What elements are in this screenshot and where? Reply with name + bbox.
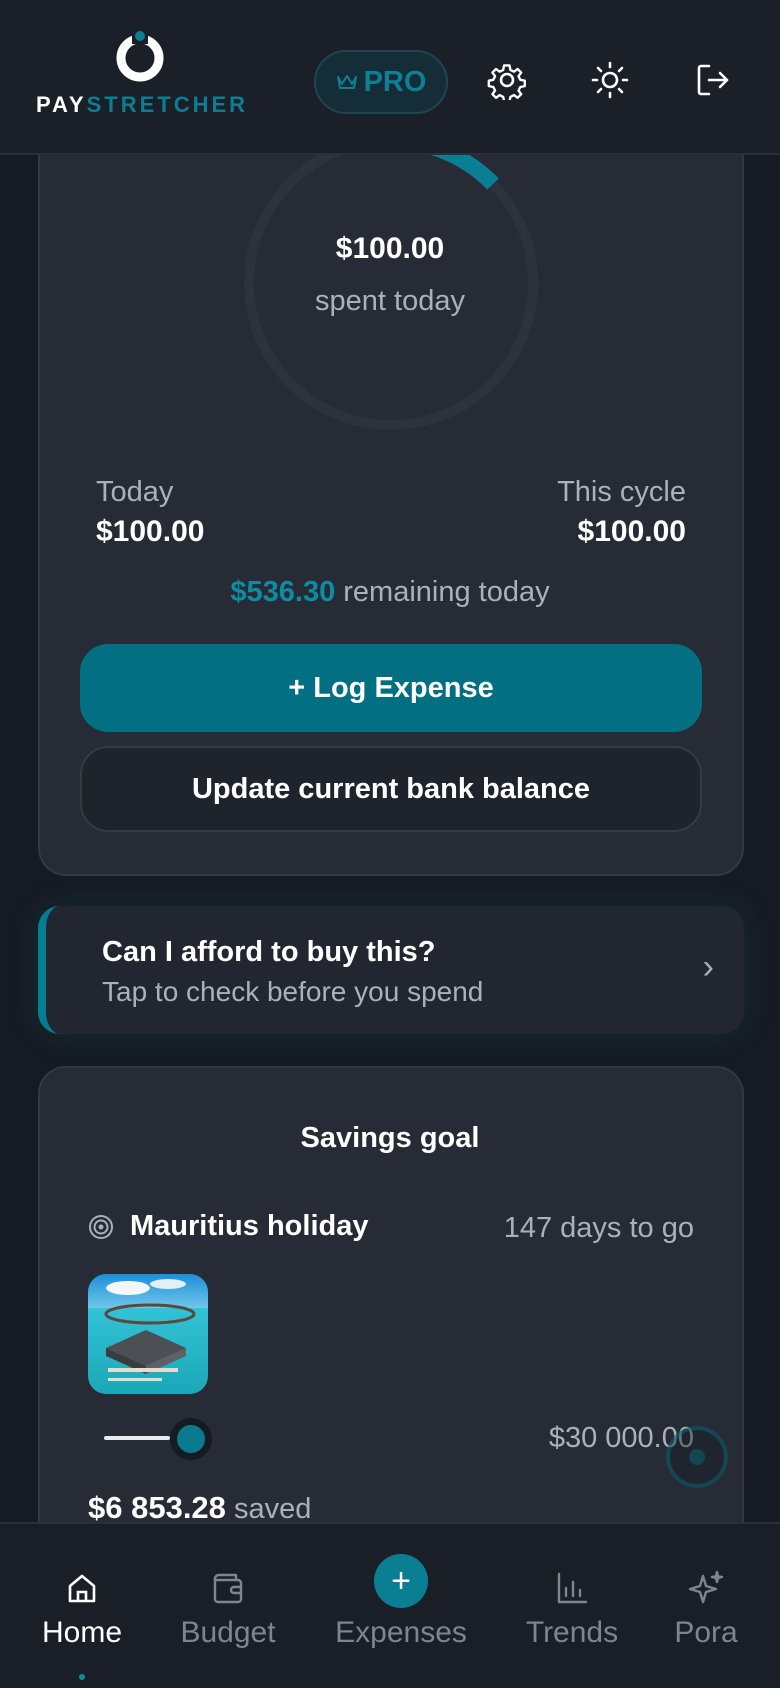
goal-days-to-go: 147 days to go <box>503 1212 694 1244</box>
spent-today-amount: $100.00 <box>335 232 445 265</box>
spending-progress-ring <box>244 132 538 430</box>
settings-gear-icon[interactable] <box>487 60 527 100</box>
plus-icon: + <box>374 1554 428 1608</box>
afford-title: Can I afford to buy this? <box>102 936 436 968</box>
sparkle-icon <box>688 1570 724 1604</box>
remaining-amount: $536.30 <box>230 576 336 608</box>
nav-home-label: Home <box>41 1616 123 1649</box>
paystretcher-logo: PAYSTRETCHER <box>36 30 251 120</box>
afford-subtitle: Tap to check before you spend <box>102 976 484 1007</box>
goal-image <box>88 1274 208 1394</box>
this-cycle-value: $100.00 <box>577 515 686 548</box>
wallet-icon <box>213 1573 243 1604</box>
bar-chart-icon <box>557 1572 588 1604</box>
nav-pora-label: Pora <box>674 1616 738 1649</box>
remaining-label: remaining today <box>343 576 550 608</box>
pro-upgrade-button[interactable]: PRO <box>314 50 448 114</box>
afford-check-card[interactable]: Can I afford to buy this? Tap to check b… <box>38 906 744 1034</box>
goal-progress-thumb[interactable] <box>170 1418 212 1460</box>
app-screen: $100.00 spent today Today $100.00 This c… <box>0 0 780 1688</box>
log-expense-button[interactable]: + Log Expense <box>80 644 702 732</box>
floating-assistant-button[interactable] <box>666 1426 728 1488</box>
bottom-navigation: Home Budget + Expenses Trends Pora <box>0 1522 780 1688</box>
goal-progress-track <box>104 1436 170 1440</box>
crown-icon <box>336 75 357 89</box>
home-icon <box>68 1574 96 1603</box>
today-value: $100.00 <box>96 515 205 548</box>
remaining-today: $536.30 remaining today <box>0 576 780 609</box>
goal-saved: $6 853.28 saved <box>88 1490 311 1526</box>
nav-pora[interactable]: Pora <box>654 1524 758 1688</box>
nav-budget[interactable]: Budget <box>160 1524 296 1688</box>
spent-today-label: spent today <box>315 285 465 317</box>
logo-mark-icon <box>116 30 164 82</box>
today-label: Today <box>96 476 174 508</box>
nav-home[interactable]: Home <box>22 1524 142 1688</box>
sun-theme-icon[interactable] <box>590 60 630 100</box>
nav-trends[interactable]: Trends <box>506 1524 638 1688</box>
goal-name: Mauritius holiday <box>130 1210 369 1242</box>
nav-trends-label: Trends <box>525 1616 619 1649</box>
this-cycle-label: This cycle <box>557 476 686 508</box>
savings-goal-title: Savings goal <box>300 1122 480 1154</box>
nav-expenses[interactable]: + Expenses <box>316 1524 486 1688</box>
goal-saved-amount: $6 853.28 <box>88 1490 226 1525</box>
update-bank-balance-button[interactable]: Update current bank balance <box>80 746 702 832</box>
nav-expenses-label: Expenses <box>335 1616 467 1649</box>
nav-budget-label: Budget <box>180 1616 276 1649</box>
target-icon <box>89 1215 113 1239</box>
pro-label: PRO <box>363 65 427 98</box>
logout-icon[interactable] <box>693 60 733 100</box>
chevron-right-icon: › <box>702 948 714 986</box>
goal-saved-label: saved <box>233 1493 312 1525</box>
app-header: PAYSTRETCHER PRO <box>0 0 780 155</box>
active-indicator-dot <box>79 1674 85 1680</box>
logo-wordmark: PAYSTRETCHER <box>36 92 249 117</box>
